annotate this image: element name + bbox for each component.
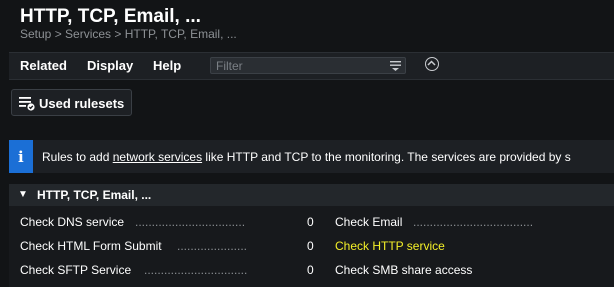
rules-panel: Check DNS service ......................…: [9, 206, 614, 287]
rule-check-dns-service[interactable]: Check DNS service ......................…: [20, 215, 320, 231]
info-text: Rules to add network services like HTTP …: [42, 150, 571, 164]
menu-help[interactable]: Help: [153, 58, 181, 73]
rulesets-icon: [19, 97, 35, 111]
filter-box: [210, 57, 406, 74]
network-services-link[interactable]: network services: [113, 150, 202, 164]
filter-icon[interactable]: [390, 60, 401, 71]
rule-check-html-form-submit[interactable]: Check HTML Form Submit .................…: [20, 239, 320, 255]
info-banner: i Rules to add network services like HTT…: [9, 140, 614, 173]
section-title: HTTP, TCP, Email, ...: [37, 188, 152, 202]
page-title: HTTP, TCP, Email, ...: [20, 6, 201, 27]
menu-related[interactable]: Related: [20, 58, 67, 73]
collapse-menu-button[interactable]: [425, 57, 439, 71]
used-rulesets-button[interactable]: Used rulesets: [11, 89, 132, 116]
rule-check-sftp-service[interactable]: Check SFTP Service .....................…: [20, 263, 320, 279]
rule-check-email[interactable]: Check Email ............................…: [335, 215, 614, 231]
used-rulesets-label: Used rulesets: [39, 96, 125, 111]
chevron-up-icon: [427, 60, 436, 66]
triangle-down-icon[interactable]: ▼: [18, 189, 28, 200]
menu-bar: Related Display Help: [9, 52, 614, 80]
info-icon: i: [9, 140, 33, 173]
rule-check-smb-share-access[interactable]: Check SMB share access: [335, 263, 614, 279]
rule-check-http-service[interactable]: Check HTTP service: [335, 239, 614, 255]
menu-display[interactable]: Display: [87, 58, 133, 73]
section-header[interactable]: ▼ HTTP, TCP, Email, ...: [9, 184, 614, 206]
breadcrumb[interactable]: Setup > Services > HTTP, TCP, Email, ...: [20, 27, 237, 41]
filter-input[interactable]: [216, 58, 386, 73]
